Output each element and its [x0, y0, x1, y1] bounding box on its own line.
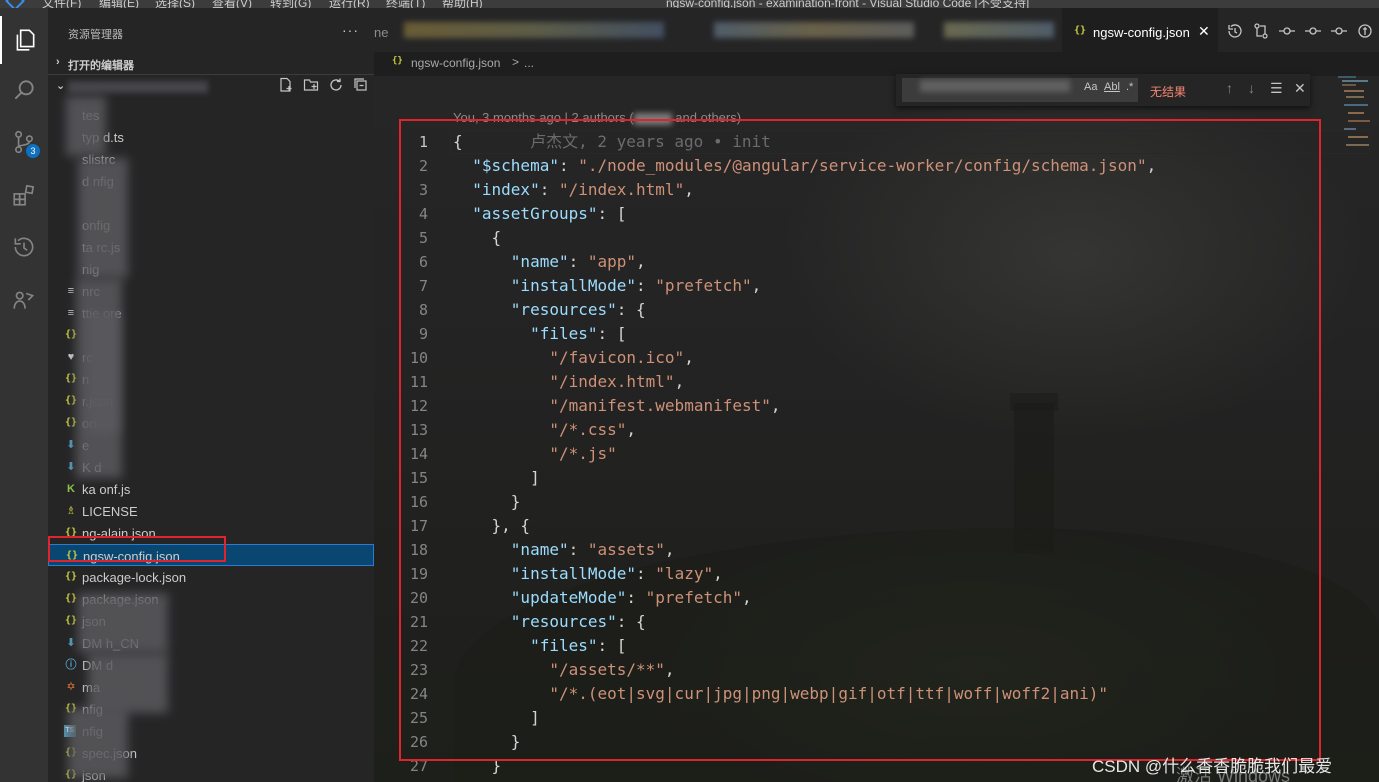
- file-tree-item[interactable]: Kka onf.js: [48, 478, 374, 500]
- breadcrumb: {} ngsw-config.json > ...: [374, 52, 1379, 74]
- window-title: ngsw-config.json - examination-front - V…: [666, 0, 1030, 8]
- find-query-redacted: [920, 80, 1070, 92]
- collapse-all-icon[interactable]: [353, 77, 369, 93]
- selected-file-highlight-box: [48, 536, 226, 562]
- chevron-down-icon: ⌄: [56, 80, 66, 92]
- source-control-badge: 3: [26, 144, 40, 158]
- file-name: LICENSE: [82, 504, 138, 519]
- next-match-button[interactable]: ↓: [1248, 80, 1255, 96]
- project-name-redacted: [68, 81, 208, 93]
- menu-run[interactable]: 运行(R): [329, 0, 370, 8]
- menu-edit[interactable]: 编辑(E): [99, 0, 139, 8]
- activity-bar: 3: [0, 8, 48, 782]
- breadcrumb-symbol[interactable]: ...: [524, 56, 534, 70]
- find-widget: Aa Abl .* 无结果 ↑ ↓ ☰ ✕: [896, 74, 1310, 106]
- close-icon[interactable]: ✕: [1198, 23, 1210, 40]
- menu-selection[interactable]: 选择(S): [155, 0, 195, 8]
- chevron-right-icon: >: [512, 55, 520, 69]
- vscode-logo-icon: [5, 0, 25, 8]
- more-actions-icon[interactable]: ···: [342, 22, 359, 38]
- open-changes-icon[interactable]: [1356, 22, 1374, 40]
- file-name: ka onf.js: [82, 482, 131, 497]
- project-actions: [278, 77, 369, 93]
- tab-label: ngsw-config.json: [1093, 25, 1190, 40]
- git-commit-icon[interactable]: [1330, 22, 1348, 40]
- refresh-icon[interactable]: [328, 77, 344, 93]
- json-file-icon: {}: [392, 56, 403, 66]
- previous-match-button[interactable]: ↑: [1226, 80, 1233, 96]
- json-file-icon: {}: [1074, 25, 1087, 36]
- files-icon[interactable]: [0, 16, 48, 64]
- extensions-icon[interactable]: [0, 171, 48, 219]
- chevron-right-icon: ›: [56, 56, 60, 68]
- breadcrumb-file[interactable]: ngsw-config.json: [411, 56, 500, 70]
- open-editors-section[interactable]: › 打开的编辑器: [48, 52, 374, 74]
- file-type-icon: ♗: [66, 505, 76, 517]
- open-editors-label: 打开的编辑器: [68, 60, 134, 72]
- tab-ngsw-config[interactable]: {} ngsw-config.json ✕: [1062, 8, 1218, 52]
- history-icon[interactable]: [0, 223, 48, 271]
- menu-view[interactable]: 查看(V): [212, 0, 252, 8]
- title-bar: 文件(F) 编辑(E) 选择(S) 查看(V) 转到(G) 运行(R) 终端(T…: [0, 0, 1379, 8]
- new-file-icon[interactable]: [278, 77, 294, 93]
- file-type-icon: ⓘ: [65, 659, 77, 671]
- new-folder-icon[interactable]: [303, 77, 319, 93]
- match-case-toggle[interactable]: Aa: [1084, 81, 1097, 93]
- source-control-icon[interactable]: 3: [0, 118, 48, 166]
- tab-partial-label[interactable]: ne: [374, 25, 388, 40]
- project-section[interactable]: ⌄: [48, 74, 374, 96]
- file-type-icon: ✡: [66, 681, 76, 693]
- explorer-sidebar: 资源管理器 ··· › 打开的编辑器 ⌄ testyp d.ts slistrc…: [48, 8, 374, 782]
- code-highlight-box: [399, 119, 1321, 761]
- menu-help[interactable]: 帮助(H): [442, 0, 483, 8]
- file-name: package-lock.json: [82, 570, 187, 585]
- compare-changes-icon[interactable]: [1252, 22, 1270, 40]
- regex-toggle[interactable]: .*: [1126, 81, 1133, 93]
- menu-file[interactable]: 文件(F): [42, 0, 81, 8]
- next-change-icon[interactable]: [1304, 22, 1322, 40]
- timeline-icon[interactable]: [1226, 22, 1244, 40]
- file-type-icon: {}: [64, 571, 78, 582]
- editor-actions: [1226, 22, 1374, 40]
- csdn-watermark: CSDN @什么香香脆脆我们最爱: [1092, 757, 1333, 776]
- file-tree-item[interactable]: {} package-lock.json: [48, 566, 374, 588]
- file-type-icon: {}: [64, 593, 78, 604]
- search-icon[interactable]: [0, 66, 48, 114]
- share-icon[interactable]: [0, 276, 48, 324]
- tab-bar: ne {} ngsw-config.json ✕: [374, 8, 1379, 52]
- explorer-title: 资源管理器: [68, 29, 123, 41]
- menu-terminal[interactable]: 终端(T): [386, 0, 425, 8]
- file-type-icon: K: [67, 483, 75, 495]
- whole-word-toggle[interactable]: Abl: [1104, 81, 1120, 93]
- file-type-icon: ⬇: [66, 637, 76, 649]
- previous-change-icon[interactable]: [1278, 22, 1296, 40]
- menu-go[interactable]: 转到(G): [270, 0, 311, 8]
- file-type-icon: {}: [64, 615, 78, 626]
- find-result-count: 无结果: [1150, 85, 1187, 99]
- file-tree-item[interactable]: ♗ LICENSE: [48, 500, 374, 522]
- close-icon[interactable]: ✕: [1294, 80, 1306, 97]
- find-in-selection-button[interactable]: ☰: [1270, 80, 1283, 97]
